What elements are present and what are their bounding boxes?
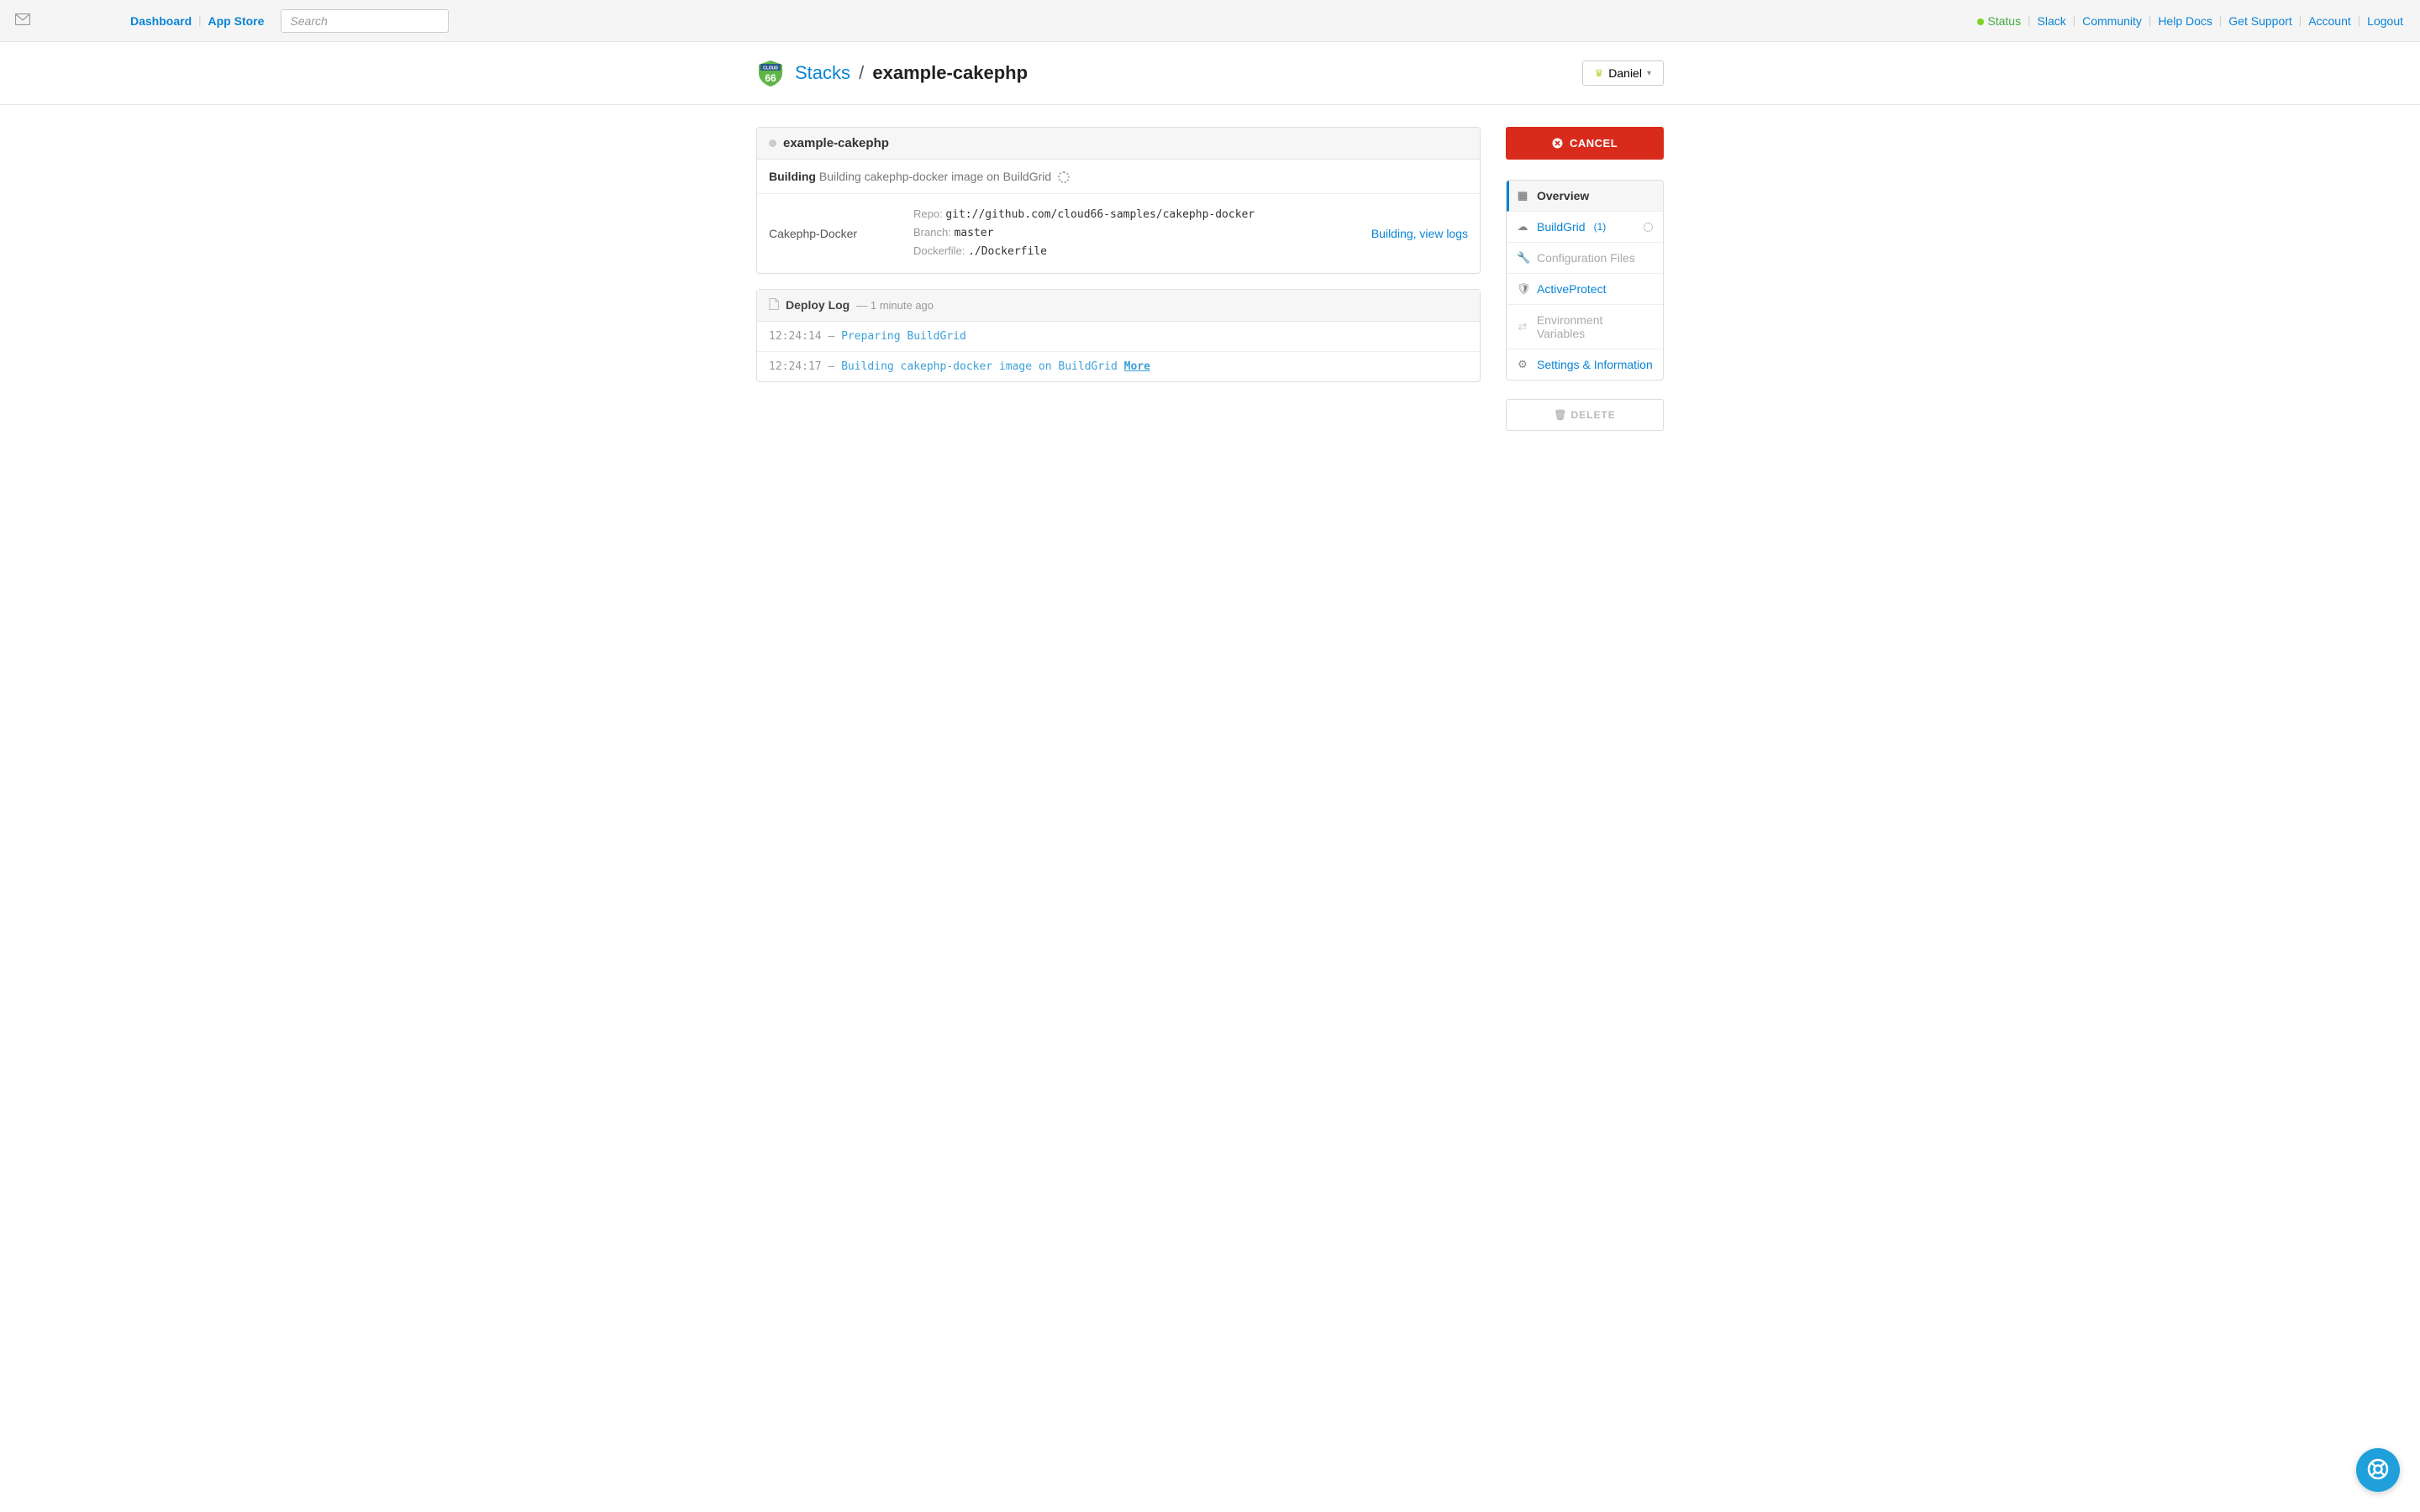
nav-getsupport[interactable]: Get Support [2228, 14, 2292, 28]
wrench-icon: 🔧 [1517, 251, 1528, 265]
nav-appstore[interactable]: App Store [208, 14, 265, 28]
stack-status-message: Building cakephp-docker image on BuildGr… [819, 170, 1051, 183]
help-fab-button[interactable] [2356, 1448, 2400, 1492]
stack-status-row: Building Building cakephp-docker image o… [757, 160, 1480, 194]
deploy-log-header: Deploy Log — 1 minute ago [757, 290, 1480, 322]
spinner-icon [1058, 171, 1070, 183]
chevron-down-icon: ▾ [1647, 69, 1651, 78]
nav-status[interactable]: Status [1977, 14, 2021, 28]
nav-logout[interactable]: Logout [2367, 14, 2403, 28]
service-view-logs-link[interactable]: Building, view logs [1371, 227, 1468, 240]
trash-icon: 🗑 [1554, 409, 1567, 421]
cloud66-logo-icon: CLOUD 66 [756, 59, 785, 87]
svg-text:66: 66 [765, 72, 776, 84]
lifebuoy-icon [2366, 1457, 2390, 1483]
delete-button: 🗑DELETE [1506, 399, 1664, 431]
service-details: Repo: git://github.com/cloud66-samples/c… [913, 206, 1255, 260]
side-menu: ▦ Overview ☁ BuildGrid (1) 🔧 Configurati… [1506, 180, 1664, 381]
sidebar-item-config-files: 🔧 Configuration Files [1507, 243, 1663, 274]
service-name: Cakephp-Docker [769, 227, 913, 240]
user-menu-button[interactable]: ♛ Daniel ▾ [1582, 60, 1665, 86]
breadcrumb: Stacks / example-cakephp [795, 62, 1028, 84]
nav-dashboard[interactable]: Dashboard [130, 14, 192, 28]
nav-slack[interactable]: Slack [2038, 14, 2066, 28]
sidebar-item-overview[interactable]: ▦ Overview [1507, 181, 1663, 212]
document-icon [769, 298, 779, 312]
breadcrumb-current: example-cakephp [872, 62, 1028, 83]
stack-name: example-cakephp [783, 136, 889, 150]
spinner-icon [1644, 223, 1653, 232]
cloud-icon: ☁ [1517, 220, 1528, 234]
nav-helpdocs[interactable]: Help Docs [2158, 14, 2212, 28]
grid-icon: ▦ [1517, 189, 1528, 202]
crown-icon: ♛ [1595, 67, 1604, 79]
breadcrumb-stacks[interactable]: Stacks [795, 62, 850, 83]
nav-separator: | [198, 14, 201, 27]
nav-community[interactable]: Community [2082, 14, 2142, 28]
stack-status-dot-icon [769, 139, 776, 147]
breadcrumb-separator: / [859, 62, 864, 83]
stack-panel-header: example-cakephp [757, 128, 1480, 160]
gear-icon: ⚙ [1517, 358, 1528, 371]
svg-text:CLOUD: CLOUD [763, 66, 778, 71]
sidebar-item-activeprotect[interactable]: 🛡 ActiveProtect [1507, 274, 1663, 305]
service-row: Cakephp-Docker Repo: git://github.com/cl… [757, 194, 1480, 272]
shield-icon: 🛡 [1517, 282, 1528, 296]
mail-icon[interactable] [15, 13, 30, 28]
sidebar-item-settings[interactable]: ⚙ Settings & Information [1507, 349, 1663, 380]
nav-account[interactable]: Account [2308, 14, 2351, 28]
log-row: 12:24:17 — Building cakephp-docker image… [757, 352, 1480, 381]
log-more-link[interactable]: More [1124, 360, 1150, 373]
user-name: Daniel [1608, 66, 1642, 80]
cancel-button[interactable]: CANCEL [1506, 127, 1664, 160]
swap-icon: ⇄ [1517, 320, 1528, 333]
stack-status-label: Building [769, 170, 816, 183]
cancel-icon [1552, 137, 1566, 150]
stack-panel: example-cakephp Building Building cakeph… [756, 127, 1481, 274]
sidebar-item-env-vars: ⇄ Environment Variables [1507, 305, 1663, 349]
search-input[interactable] [281, 9, 449, 33]
status-dot-icon [1977, 18, 1984, 25]
log-row: 12:24:14 — Preparing BuildGrid [757, 322, 1480, 352]
sidebar-item-buildgrid[interactable]: ☁ BuildGrid (1) [1507, 212, 1663, 243]
deploy-log-panel: Deploy Log — 1 minute ago 12:24:14 — Pre… [756, 289, 1481, 382]
deploy-log-time: — 1 minute ago [856, 299, 934, 312]
deploy-log-title: Deploy Log [786, 298, 850, 312]
